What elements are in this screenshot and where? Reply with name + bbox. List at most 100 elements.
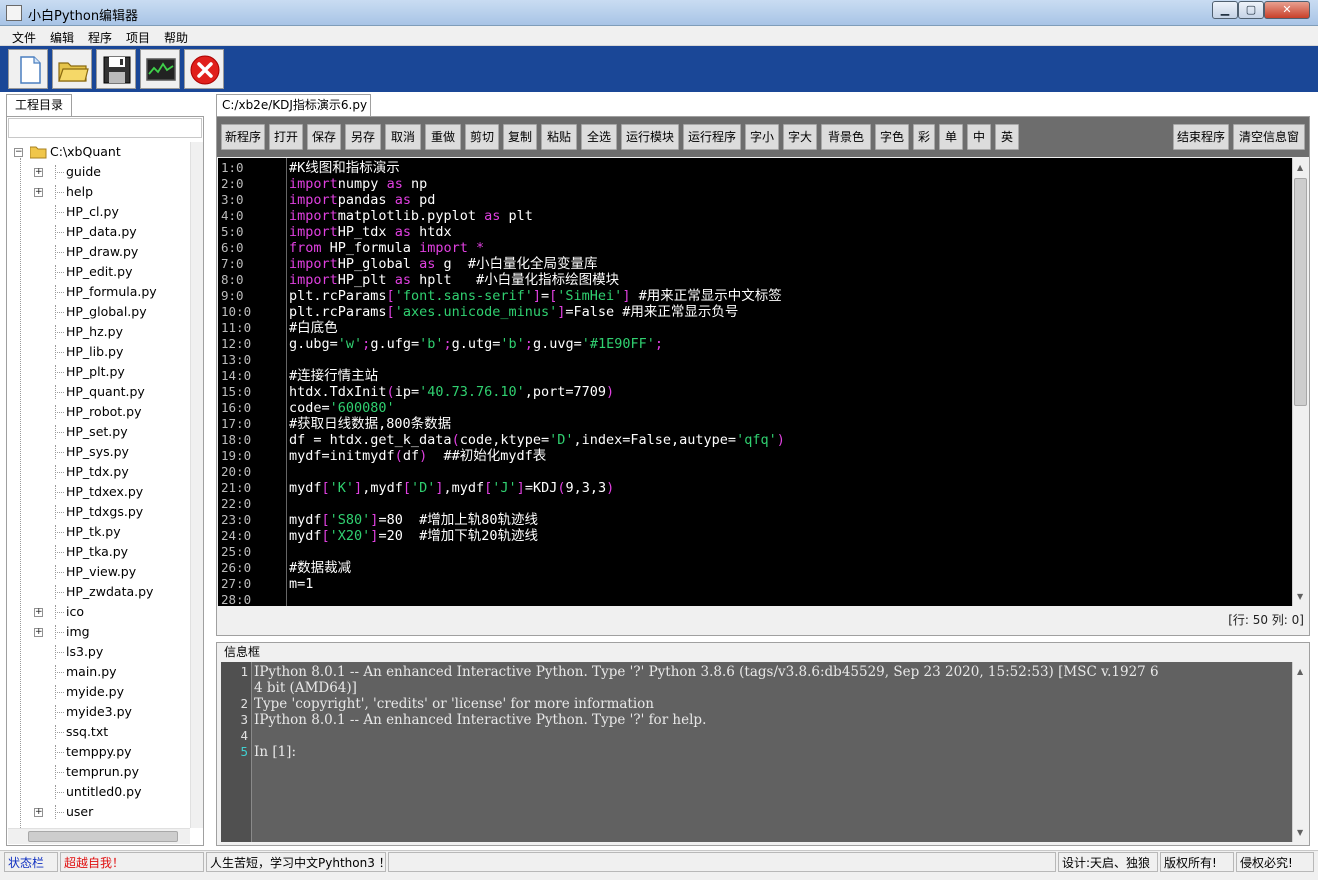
copy-button[interactable]: 复制 (503, 124, 537, 150)
project-tab[interactable]: 工程目录 (6, 94, 72, 116)
tree-item-label: ssq.txt (66, 724, 109, 739)
maximize-button[interactable]: ▢ (1238, 1, 1264, 19)
menu-edit[interactable]: 编辑 (50, 29, 74, 46)
slogan-text: 超越自我！ (60, 852, 204, 872)
close-button[interactable]: ✕ (1264, 1, 1310, 19)
window-title: 小白Python编辑器 (28, 9, 139, 24)
code-editor[interactable]: #K线图和指标演示 importnumpy as np importpandas a… (286, 158, 1292, 606)
expand-icon[interactable]: + (34, 808, 43, 817)
line-number: 15:0 (221, 384, 252, 399)
redo-button[interactable]: 重做 (425, 124, 461, 150)
save-button[interactable] (96, 49, 136, 89)
scroll-down-icon[interactable]: ▼ (1297, 592, 1303, 601)
line-number: 4:0 (221, 208, 244, 223)
editor-status-line (217, 606, 1309, 635)
run-module-button[interactable]: 运行模块 (621, 124, 679, 150)
project-filter-input[interactable] (8, 118, 202, 138)
info-line: Type 'copyright', 'credits' or 'license'… (254, 696, 654, 712)
keyword-token: ) (606, 384, 615, 400)
comment-token: ##初始化mydf表 (443, 448, 547, 464)
design-credit: 设计:天启、独狼 (1058, 852, 1158, 872)
select-all-button[interactable]: 全选 (581, 124, 617, 150)
exit-icon (190, 55, 220, 85)
tree-connector (55, 352, 64, 353)
toolbar (0, 46, 1318, 92)
tree-item-label: myide3.py (66, 704, 132, 719)
save-file-button[interactable]: 保存 (307, 124, 341, 150)
expand-icon[interactable]: + (34, 168, 43, 177)
undo-button[interactable]: 取消 (385, 124, 421, 150)
info-console[interactable]: IPython 8.0.1 -- An enhanced Interactive… (251, 662, 1292, 842)
code-token: g.ubg= (289, 336, 338, 352)
code-scroll-thumb[interactable] (1294, 178, 1307, 406)
keyword-token: as (419, 256, 436, 272)
code-line: importnumpy as np (289, 176, 427, 192)
english-button[interactable]: 英 (995, 124, 1019, 150)
save-as-button[interactable]: 另存 (345, 124, 381, 150)
code-line: #数据裁减 (289, 560, 351, 576)
expand-icon[interactable]: + (34, 628, 43, 637)
code-line: htdx.TdxInit(ip='40.73.76.10',port=7709) (289, 384, 614, 400)
stop-program-button[interactable]: 结束程序 (1173, 124, 1229, 150)
keyword-token: as (394, 224, 411, 240)
collapse-icon[interactable]: − (14, 148, 23, 157)
cut-button[interactable]: 剪切 (465, 124, 499, 150)
tree-connector (55, 272, 64, 273)
keyword-token: ; (524, 336, 533, 352)
font-color-button[interactable]: 字色 (875, 124, 909, 150)
menu-program[interactable]: 程序 (88, 29, 112, 46)
string-token: 'qfq' (736, 432, 777, 448)
new-file-icon (20, 56, 41, 84)
tree-item-label: HP_data.py (66, 224, 137, 239)
tree-item-label: HP_tka.py (66, 544, 129, 559)
expand-icon[interactable]: + (34, 608, 43, 617)
folder-icon (30, 146, 47, 159)
tree-connector (55, 312, 64, 313)
new-program-button[interactable]: 新程序 (221, 124, 265, 150)
menu-file[interactable]: 文件 (12, 29, 36, 46)
chinese-button[interactable]: 中 (967, 124, 991, 150)
tree-vertical-scrollbar[interactable] (190, 142, 203, 828)
run-program-button[interactable]: 运行程序 (683, 124, 741, 150)
tree-scroll-thumb[interactable] (28, 831, 178, 842)
tree-connector (55, 812, 64, 813)
mono-mode-button[interactable]: 单 (939, 124, 963, 150)
menu-project[interactable]: 项目 (126, 29, 150, 46)
scroll-up-icon[interactable]: ▲ (1297, 667, 1303, 676)
code-token: code= (289, 400, 330, 416)
new-file-button[interactable] (8, 49, 48, 89)
minimize-button[interactable]: ▁ (1212, 1, 1238, 19)
keyword-token: as (394, 272, 411, 288)
info-vertical-scrollbar[interactable]: ▲ ▼ (1292, 662, 1309, 842)
paste-button[interactable]: 粘贴 (541, 124, 577, 150)
code-token: HP_global (337, 256, 420, 272)
open-button[interactable] (52, 49, 92, 89)
info-line: IPython 8.0.1 -- An enhanced Interactive… (254, 664, 1159, 680)
code-token: =KDJ (524, 480, 558, 496)
code-line: plt.rcParams['axes.unicode_minus']=False… (289, 304, 738, 320)
tree-connector (55, 632, 64, 633)
expand-icon[interactable]: + (34, 188, 43, 197)
color-mode-button[interactable]: 彩 (913, 124, 935, 150)
info-line: In [1]: (254, 744, 296, 760)
clear-info-button[interactable]: 清空信息窗 (1233, 124, 1305, 150)
code-line: importmatplotlib.pyplot as plt (289, 208, 533, 224)
tree-item-label: HP_view.py (66, 564, 137, 579)
code-token: mydf=initmydf (289, 448, 395, 464)
scroll-up-icon[interactable]: ▲ (1297, 163, 1303, 172)
scroll-down-icon[interactable]: ▼ (1297, 828, 1303, 837)
monitor-button[interactable] (140, 49, 180, 89)
open-file-button[interactable]: 打开 (269, 124, 303, 150)
status-spacer (388, 852, 1056, 872)
menu-help[interactable]: 帮助 (164, 29, 188, 46)
comment-token: #用来正常显示中文标签 (638, 288, 782, 304)
editor-tab[interactable]: C:/xb2e/KDJ指标演示6.py (216, 94, 371, 117)
font-larger-button[interactable]: 字大 (783, 124, 817, 150)
font-smaller-button[interactable]: 字小 (745, 124, 779, 150)
code-line: importpandas as pd (289, 192, 435, 208)
code-token: mydf (289, 528, 322, 544)
background-color-button[interactable]: 背景色 (821, 124, 871, 150)
exit-button[interactable] (184, 49, 224, 89)
code-token: g (435, 256, 468, 272)
line-number: 8:0 (221, 272, 244, 287)
